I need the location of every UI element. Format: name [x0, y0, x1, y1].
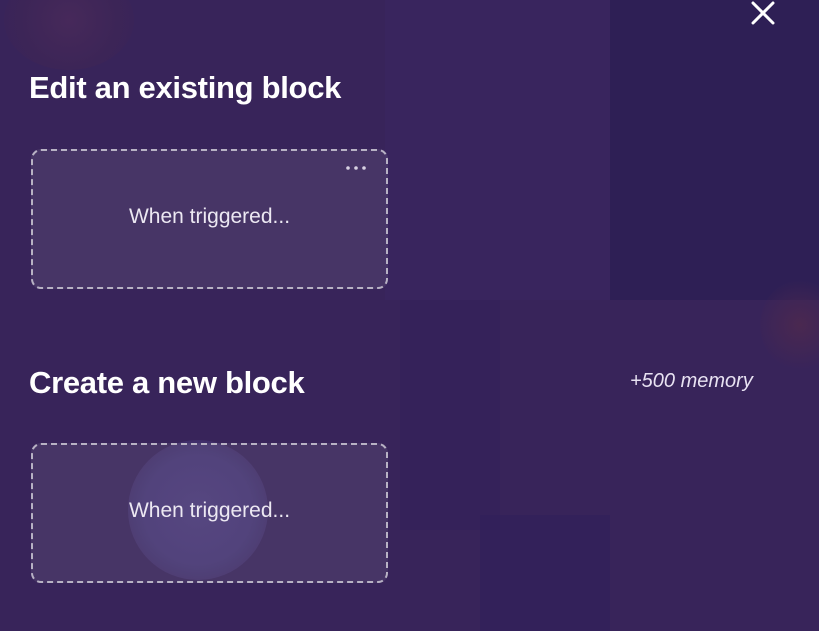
more-options-button[interactable]: [344, 159, 370, 177]
background-panel: [385, 0, 610, 300]
edit-section-title: Edit an existing block: [29, 70, 342, 105]
background-blob: [4, 0, 134, 70]
memory-cost-label: +500 memory: [630, 370, 753, 392]
more-horizontal-icon: [346, 166, 366, 170]
close-button[interactable]: [748, 0, 778, 28]
existing-block-trigger-text: When triggered...: [128, 205, 291, 228]
background-blob: [760, 280, 819, 370]
create-section-title: Create a new block: [29, 365, 305, 400]
close-icon: [751, 1, 775, 25]
background-panel: [400, 300, 500, 530]
new-block-trigger-text: When triggered...: [128, 499, 291, 522]
new-block-card[interactable]: When triggered...: [31, 443, 388, 583]
existing-block-card[interactable]: When triggered...: [31, 149, 388, 289]
background-panel: [610, 0, 819, 300]
background-panel: [480, 515, 610, 631]
